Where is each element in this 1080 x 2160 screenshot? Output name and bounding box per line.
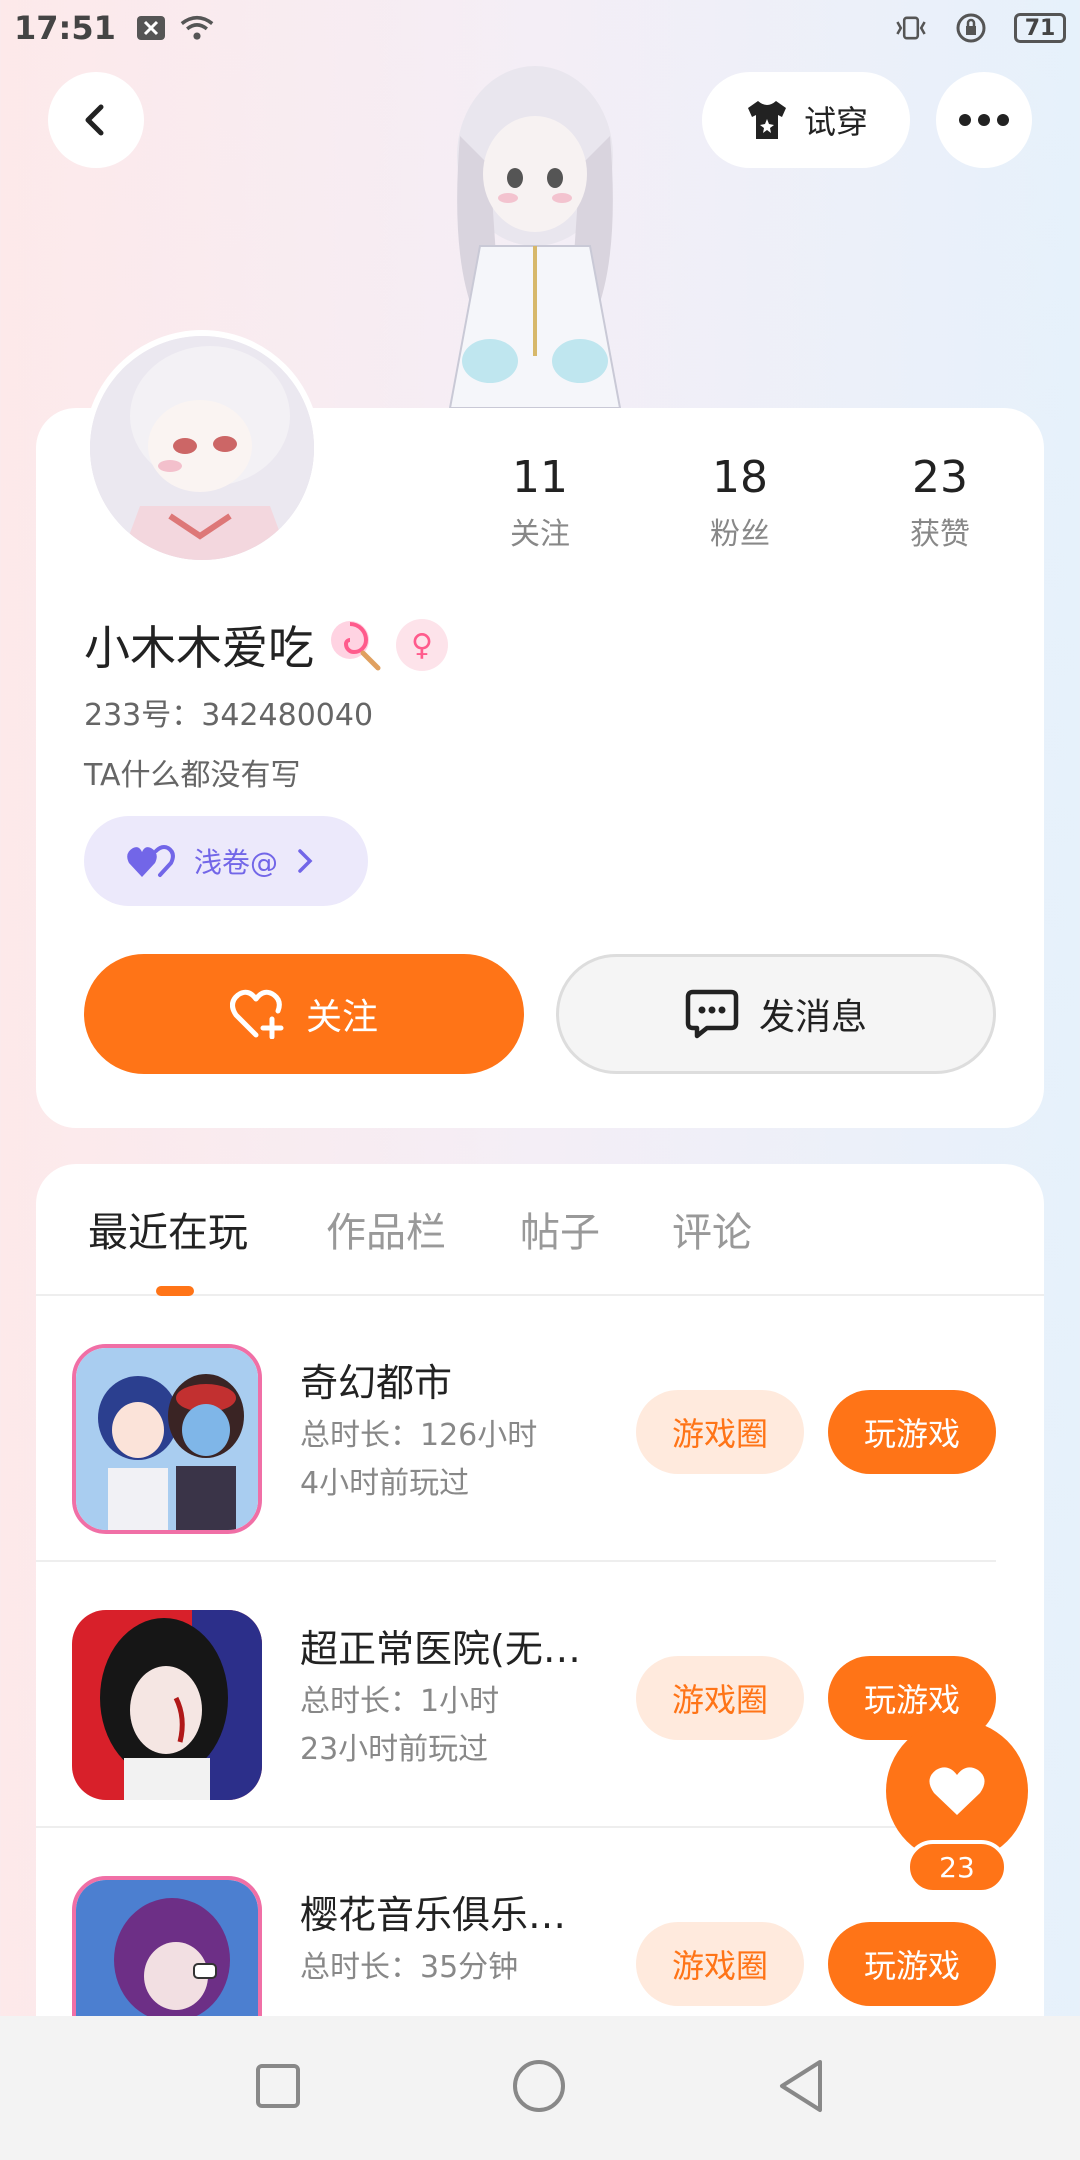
back-button[interactable]: [48, 72, 144, 168]
triangle-back-icon: [779, 2060, 822, 2112]
game-title: 樱花音乐俱乐…: [300, 1893, 567, 1937]
more-dots-icon: [959, 114, 1009, 126]
system-nav-bar: [0, 2016, 1080, 2160]
lollipop-icon: [331, 621, 381, 671]
battery-indicator: 71: [1014, 13, 1066, 43]
stats-row: 11 关注 18 粉丝 23 获赞: [440, 452, 1040, 553]
stat-likes-label: 获赞: [910, 517, 970, 552]
friend-tag-button[interactable]: 浅卷@: [84, 816, 368, 906]
circle-icon: [512, 2060, 565, 2112]
game-row[interactable]: 奇幻都市 总时长：126小时 4小时前玩过 游戏圈 玩游戏: [36, 1296, 996, 1562]
chat-bubble-icon: [685, 989, 739, 1039]
game-last-played: 4小时前玩过: [300, 1466, 470, 1501]
game-circle-button[interactable]: 游戏圈: [636, 1656, 804, 1740]
gender-badge: ♀: [396, 619, 448, 671]
try-on-button[interactable]: 试穿: [702, 72, 910, 168]
content-card: 最近在玩 作品栏 帖子 评论 奇幻都市 总时长：126小时 4小时前玩过 游戏圈…: [36, 1164, 1044, 2160]
game-duration: 总时长：126小时: [300, 1418, 538, 1453]
tab-posts[interactable]: 帖子: [520, 1200, 600, 1258]
tab-works[interactable]: 作品栏: [326, 1200, 446, 1258]
username-row: 小木木爱吃 ♀: [84, 612, 448, 678]
rotation-lock-icon: [954, 13, 988, 43]
tab-comments[interactable]: 评论: [672, 1200, 752, 1258]
wifi-icon: [180, 14, 214, 42]
game-circle-button[interactable]: 游戏圈: [636, 1390, 804, 1474]
message-button[interactable]: 发消息: [556, 954, 996, 1074]
stat-fans[interactable]: 18 粉丝: [640, 452, 840, 553]
username: 小木木爱吃: [84, 621, 314, 675]
try-on-label: 试穿: [803, 103, 868, 141]
stat-likes[interactable]: 23 获赞: [840, 452, 1040, 553]
home-button[interactable]: [511, 2058, 567, 2118]
more-button[interactable]: [936, 72, 1032, 168]
stat-following-value: 11: [512, 452, 568, 503]
status-bar: 17:51 71: [0, 0, 1080, 56]
game-title: 奇幻都市: [300, 1361, 453, 1405]
game-duration: 总时长：1小时: [300, 1684, 500, 1719]
friend-tag-label: 浅卷@: [194, 846, 279, 879]
stat-fans-label: 粉丝: [710, 517, 770, 552]
tab-recently-played[interactable]: 最近在玩: [88, 1200, 248, 1258]
recent-apps-button[interactable]: [254, 2062, 302, 2114]
double-heart-icon: [127, 845, 175, 877]
vibrate-icon: [894, 14, 928, 42]
game-title: 超正常医院(无…: [300, 1627, 581, 1671]
status-time: 17:51: [14, 9, 116, 47]
heart-plus-icon: [229, 989, 284, 1039]
user-bio: TA什么都没有写: [84, 758, 301, 793]
like-count-badge: 23: [906, 1840, 1008, 1894]
game-row[interactable]: 超正常医院(无… 总时长：1小时 23小时前玩过 游戏圈 玩游戏: [36, 1562, 996, 1828]
heart-icon: [929, 1767, 985, 1815]
stat-following[interactable]: 11 关注: [440, 452, 640, 553]
chevron-left-icon: [85, 104, 104, 136]
square-icon: [256, 2064, 301, 2108]
notification-icon: [134, 14, 168, 42]
game-last-played: 23小时前玩过: [300, 1732, 489, 1767]
game-duration: 总时长：35分钟: [300, 1950, 519, 1985]
stat-following-label: 关注: [510, 517, 570, 552]
stat-fans-value: 18: [712, 452, 768, 503]
game-circle-button[interactable]: 游戏圈: [636, 1922, 804, 2006]
avatar[interactable]: [84, 330, 320, 566]
character-art: [420, 56, 650, 409]
game-icon[interactable]: [72, 1344, 262, 1534]
user-id: 233号：342480040: [84, 698, 374, 733]
game-icon[interactable]: [72, 1610, 262, 1800]
shirt-icon: [747, 101, 786, 139]
tab-bar: 最近在玩 作品栏 帖子 评论: [36, 1164, 1044, 1296]
back-nav-button[interactable]: [776, 2058, 826, 2118]
play-game-button[interactable]: 玩游戏: [828, 1922, 996, 2006]
chevron-right-icon: [298, 849, 313, 873]
follow-label: 关注: [305, 997, 378, 1038]
tab-indicator: [156, 1286, 194, 1296]
stat-likes-value: 23: [912, 452, 968, 503]
follow-button[interactable]: 关注: [84, 954, 524, 1074]
play-game-button[interactable]: 玩游戏: [828, 1390, 996, 1474]
message-label: 发消息: [758, 997, 867, 1038]
